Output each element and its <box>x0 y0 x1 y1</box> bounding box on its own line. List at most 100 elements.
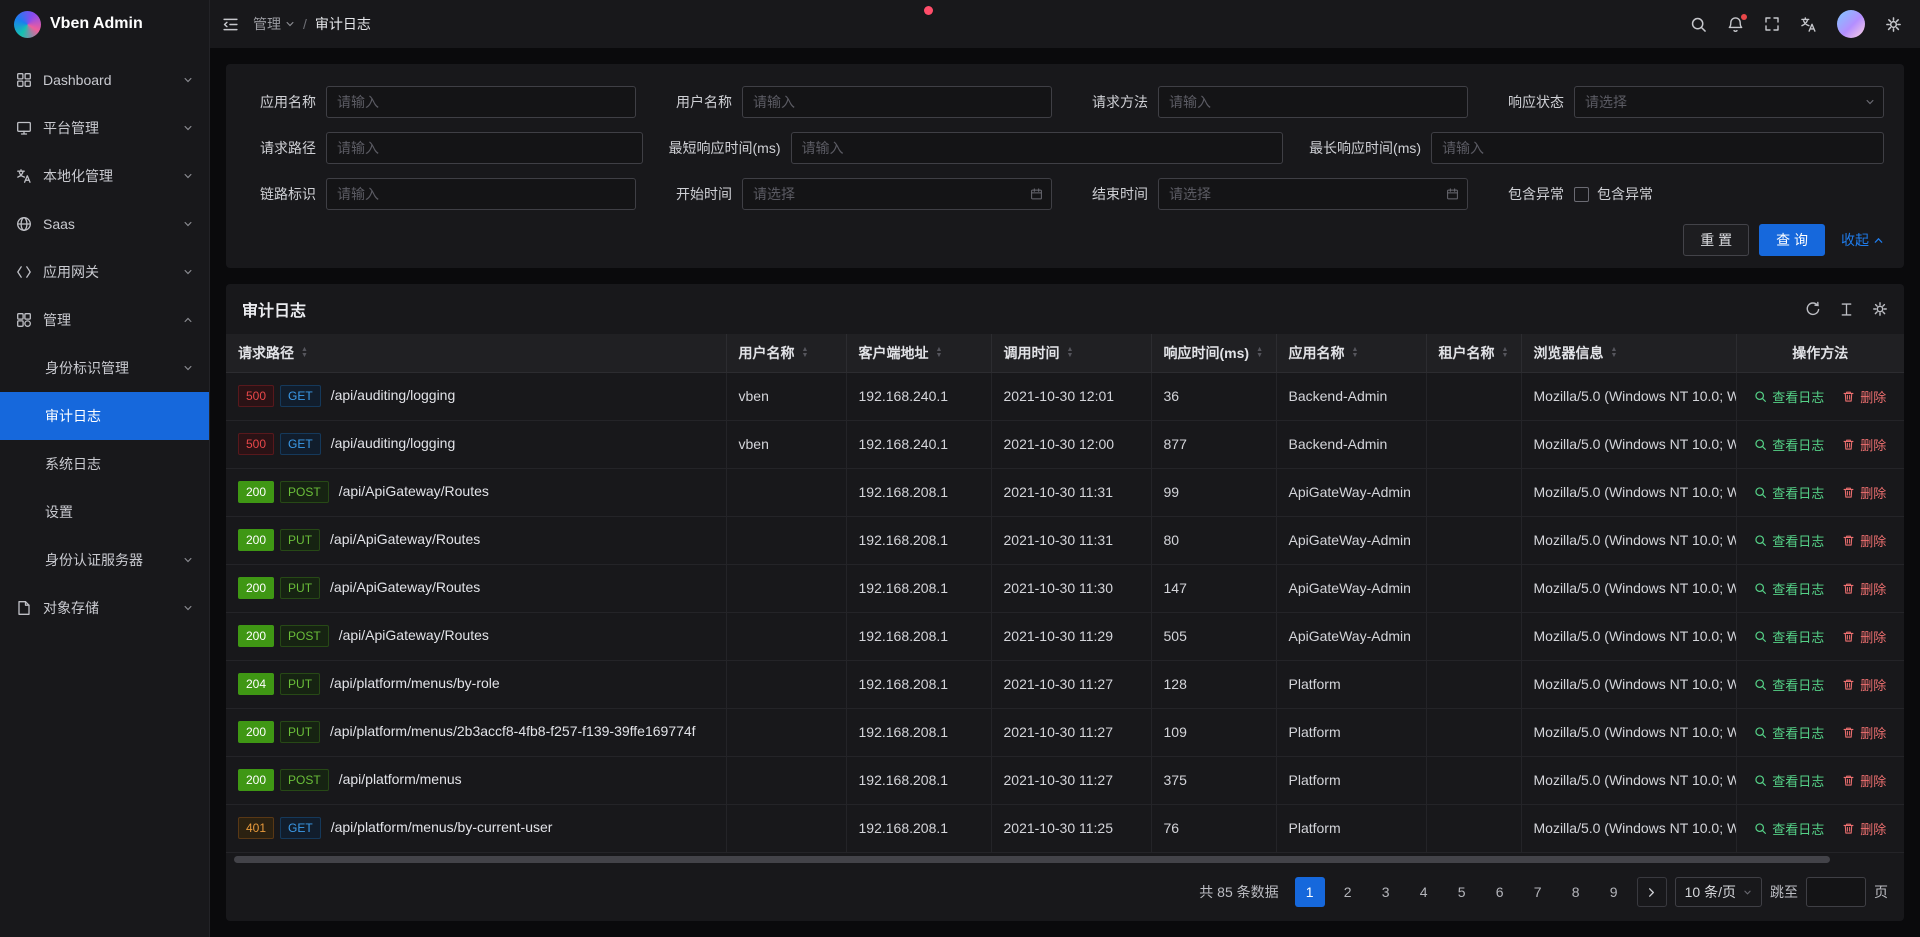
delete-button[interactable]: 删除 <box>1842 723 1886 742</box>
delete-button[interactable]: 删除 <box>1842 435 1886 454</box>
settings-gear-icon[interactable] <box>1885 16 1902 33</box>
view-log-button[interactable]: 查看日志 <box>1754 531 1824 550</box>
cell-response-ms: 99 <box>1151 468 1276 516</box>
page-button-4[interactable]: 4 <box>1409 877 1439 907</box>
delete-button[interactable]: 删除 <box>1842 627 1886 646</box>
http-status-select[interactable]: 请选择 <box>1574 86 1884 118</box>
page-button-8[interactable]: 8 <box>1561 877 1591 907</box>
sidebar-item-saas[interactable]: Saas <box>0 200 209 248</box>
sidebar-item-manage[interactable]: 管理 <box>0 296 209 344</box>
delete-button[interactable]: 删除 <box>1842 483 1886 502</box>
page-jump-input[interactable] <box>1806 877 1866 907</box>
view-log-button[interactable]: 查看日志 <box>1754 483 1824 502</box>
column-header-6[interactable]: 应用名称▲▼ <box>1276 334 1426 372</box>
page-button-2[interactable]: 2 <box>1333 877 1363 907</box>
sidebar-item-localization[interactable]: 本地化管理 <box>0 152 209 200</box>
cell-client-address: 192.168.208.1 <box>846 756 991 804</box>
delete-button[interactable]: 删除 <box>1842 387 1886 406</box>
trace-id-input[interactable] <box>326 178 636 210</box>
logo[interactable]: Vben Admin <box>0 0 209 48</box>
view-log-button[interactable]: 查看日志 <box>1754 435 1824 454</box>
manage-icon <box>16 312 32 328</box>
delete-button[interactable]: 删除 <box>1842 531 1886 550</box>
sidebar-subitem-auth-server[interactable]: 身份认证服务器 <box>0 536 209 584</box>
cell-response-ms: 375 <box>1151 756 1276 804</box>
method-badge: PUT <box>280 673 320 695</box>
column-settings-icon[interactable] <box>1872 301 1888 317</box>
min-response-input[interactable] <box>791 132 1284 164</box>
page-button-5[interactable]: 5 <box>1447 877 1477 907</box>
reset-button[interactable]: 重 置 <box>1683 224 1749 256</box>
page-button-3[interactable]: 3 <box>1371 877 1401 907</box>
sidebar-item-gateway[interactable]: 应用网关 <box>0 248 209 296</box>
delete-button[interactable]: 删除 <box>1842 771 1886 790</box>
max-response-input[interactable] <box>1431 132 1884 164</box>
column-header-2[interactable]: 用户名称▲▼ <box>726 334 846 372</box>
search-icon[interactable] <box>1690 16 1707 33</box>
view-log-button[interactable]: 查看日志 <box>1754 723 1824 742</box>
cell-app-name: Platform <box>1276 708 1426 756</box>
column-header-5[interactable]: 响应时间(ms)▲▼ <box>1151 334 1276 372</box>
column-header-8[interactable]: 浏览器信息▲▼ <box>1521 334 1736 372</box>
notification-bell-icon[interactable] <box>1727 16 1744 33</box>
user-name-input[interactable] <box>742 86 1052 118</box>
collapse-button[interactable]: 收起 <box>1841 230 1884 250</box>
view-log-button[interactable]: 查看日志 <box>1754 627 1824 646</box>
page-button-9[interactable]: 9 <box>1599 877 1629 907</box>
table-row: 500GET/api/auditing/loggingvben192.168.2… <box>226 420 1904 468</box>
method-badge: PUT <box>280 529 320 551</box>
cell-actions: 查看日志删除 <box>1736 420 1904 468</box>
page-button-7[interactable]: 7 <box>1523 877 1553 907</box>
scrollbar-thumb[interactable] <box>234 856 1830 863</box>
app-name-label: 应用名称 <box>246 92 316 112</box>
request-path-input[interactable] <box>326 132 643 164</box>
has-exception-checkbox[interactable] <box>1574 187 1589 202</box>
http-method-input[interactable] <box>1158 86 1468 118</box>
column-header-1[interactable]: 请求路径▲▼ <box>226 334 726 372</box>
delete-button[interactable]: 删除 <box>1842 819 1886 838</box>
sidebar-subitem-audit-log[interactable]: 审计日志 <box>0 392 209 440</box>
query-button[interactable]: 查 询 <box>1759 224 1825 256</box>
cell-user <box>726 468 846 516</box>
page-button-1[interactable]: 1 <box>1295 877 1325 907</box>
column-header-4[interactable]: 调用时间▲▼ <box>991 334 1151 372</box>
filter-field-app-name: 应用名称 <box>246 86 636 118</box>
delete-button[interactable]: 删除 <box>1842 579 1886 598</box>
sidebar-subitem-system-log[interactable]: 系统日志 <box>0 440 209 488</box>
horizontal-scrollbar[interactable] <box>226 853 1904 865</box>
sidebar-item-storage[interactable]: 对象存储 <box>0 584 209 632</box>
page-button-6[interactable]: 6 <box>1485 877 1515 907</box>
next-page-button[interactable] <box>1637 877 1667 907</box>
breadcrumb-item-parent[interactable]: 管理 <box>253 14 295 34</box>
delete-button[interactable]: 删除 <box>1842 675 1886 694</box>
cell-response-ms: 76 <box>1151 804 1276 852</box>
page-size-select[interactable]: 10 条/页 <box>1675 877 1762 907</box>
sidebar-item-platform[interactable]: 平台管理 <box>0 104 209 152</box>
view-log-button[interactable]: 查看日志 <box>1754 675 1824 694</box>
start-time-picker[interactable]: 请选择 <box>742 178 1052 210</box>
view-log-button[interactable]: 查看日志 <box>1754 771 1824 790</box>
dashboard-icon <box>16 72 32 88</box>
view-log-button[interactable]: 查看日志 <box>1754 579 1824 598</box>
chevron-down-icon <box>183 603 193 613</box>
sidebar-item-dashboard[interactable]: Dashboard <box>0 56 209 104</box>
request-path: /api/platform/menus/by-current-user <box>331 819 553 835</box>
cell-actions: 查看日志删除 <box>1736 516 1904 564</box>
sidebar-subitem-identity[interactable]: 身份标识管理 <box>0 344 209 392</box>
view-log-button[interactable]: 查看日志 <box>1754 387 1824 406</box>
view-log-button[interactable]: 查看日志 <box>1754 819 1824 838</box>
sidebar-subitem-settings[interactable]: 设置 <box>0 488 209 536</box>
menu-fold-icon[interactable] <box>222 16 239 33</box>
max-response-label: 最长响应时间(ms) <box>1309 138 1421 158</box>
row-height-icon[interactable] <box>1839 302 1854 317</box>
user-name-label: 用户名称 <box>662 92 732 112</box>
app-name-input[interactable] <box>326 86 636 118</box>
column-header-3[interactable]: 客户端地址▲▼ <box>846 334 991 372</box>
translate-icon[interactable] <box>1800 16 1817 33</box>
column-header-7[interactable]: 租户名称▲▼ <box>1426 334 1521 372</box>
user-avatar[interactable] <box>1837 10 1865 38</box>
cell-call-time: 2021-10-30 11:29 <box>991 612 1151 660</box>
refresh-icon[interactable] <box>1805 301 1821 317</box>
fullscreen-icon[interactable] <box>1764 16 1780 32</box>
end-time-picker[interactable]: 请选择 <box>1158 178 1468 210</box>
